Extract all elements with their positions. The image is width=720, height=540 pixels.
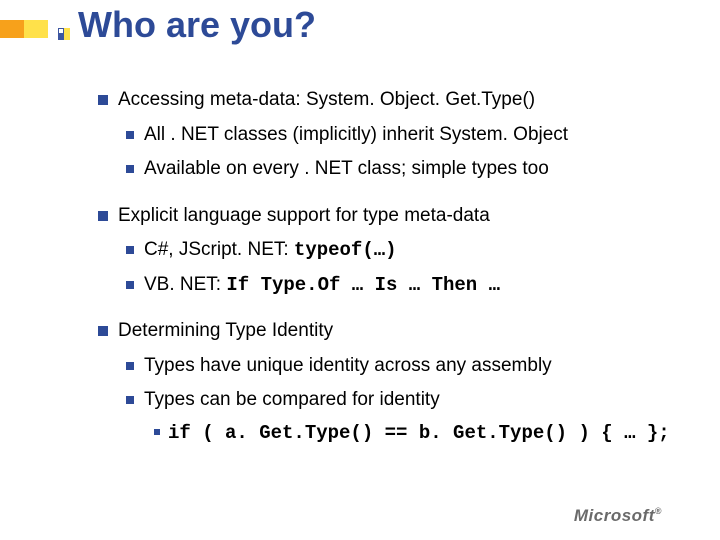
list-item: C#, JScript. NET: typeof(…) bbox=[126, 236, 690, 265]
accent-orange bbox=[0, 20, 24, 38]
bullet-icon bbox=[98, 211, 108, 221]
list-item: VB. NET: If Type.Of … Is … Then … bbox=[126, 271, 690, 300]
section-heading: Determining Type Identity bbox=[118, 317, 333, 346]
section-heading: Explicit language support for type meta-… bbox=[118, 202, 490, 231]
bullet-icon bbox=[98, 95, 108, 105]
list-item: Available on every . NET class; simple t… bbox=[126, 155, 690, 184]
list-item-text: Available on every . NET class; simple t… bbox=[144, 155, 549, 184]
bullet-icon bbox=[154, 429, 160, 435]
list-item-text: Types can be compared for identity bbox=[144, 386, 440, 415]
list-item-text: All . NET classes (implicitly) inherit S… bbox=[144, 121, 568, 150]
code-snippet: typeof(…) bbox=[294, 239, 397, 261]
bullet-icon bbox=[98, 326, 108, 336]
list-item: Types have unique identity across any as… bbox=[126, 352, 690, 381]
bullet-icon bbox=[126, 362, 134, 370]
code-snippet: If Type.Of … Is … Then … bbox=[226, 274, 500, 296]
bullet-icon bbox=[126, 165, 134, 173]
microsoft-logo: Microsoft® bbox=[574, 506, 662, 526]
bullet-icon bbox=[126, 396, 134, 404]
bullet-icon bbox=[126, 281, 134, 289]
section-accessing: Accessing meta-data: System. Object. Get… bbox=[98, 86, 690, 184]
list-item: Types can be compared for identity bbox=[126, 386, 690, 415]
list-item-text: VB. NET: bbox=[144, 274, 226, 295]
slide-body: Accessing meta-data: System. Object. Get… bbox=[98, 80, 690, 447]
accent-yellow bbox=[24, 20, 48, 38]
logo-text: Microsoft bbox=[574, 506, 655, 525]
code-snippet: if ( a. Get.Type() == b. Get.Type() ) { … bbox=[168, 419, 670, 448]
slide-title: Who are you? bbox=[78, 4, 316, 46]
registered-mark: ® bbox=[655, 506, 662, 516]
list-item-text: C#, JScript. NET: bbox=[144, 239, 294, 260]
section-heading: Accessing meta-data: System. Object. Get… bbox=[118, 86, 535, 115]
section-explicit: Explicit language support for type meta-… bbox=[98, 202, 690, 300]
list-item-text: Types have unique identity across any as… bbox=[144, 352, 552, 381]
list-item: All . NET classes (implicitly) inherit S… bbox=[126, 121, 690, 150]
bullet-icon bbox=[126, 131, 134, 139]
list-item: if ( a. Get.Type() == b. Get.Type() ) { … bbox=[154, 419, 690, 448]
section-determining: Determining Type Identity Types have uni… bbox=[98, 317, 690, 447]
bullet-icon bbox=[126, 246, 134, 254]
title-bullet-icon bbox=[58, 28, 70, 40]
accent-bar bbox=[0, 20, 48, 38]
